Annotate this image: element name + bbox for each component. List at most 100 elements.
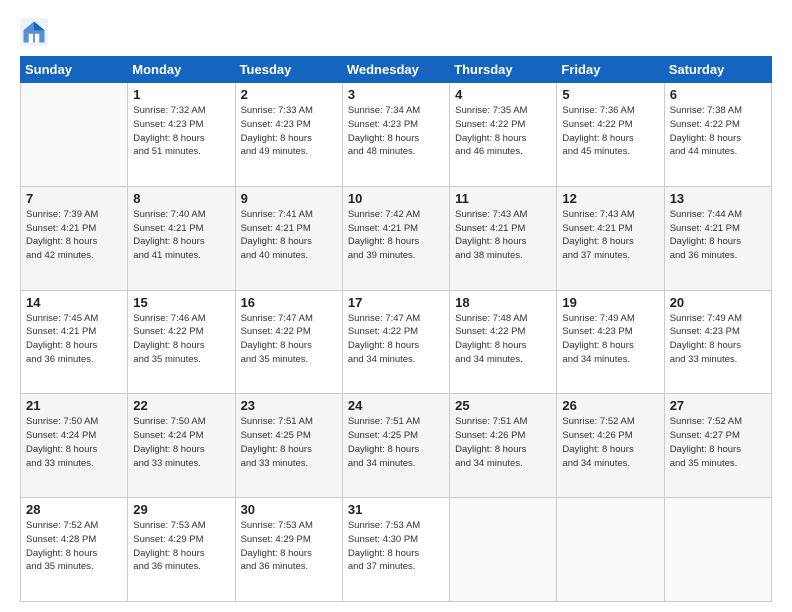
day-number: 27 [670,398,766,413]
day-number: 19 [562,295,658,310]
day-info: Sunrise: 7:35 AM Sunset: 4:22 PM Dayligh… [455,104,551,159]
calendar-cell: 22 Sunrise: 7:50 AM Sunset: 4:24 PM Dayli… [128,394,235,498]
calendar-cell [450,498,557,602]
day-number: 22 [133,398,229,413]
day-number: 15 [133,295,229,310]
calendar-cell: 4 Sunrise: 7:35 AM Sunset: 4:22 PM Daylig… [450,83,557,187]
day-info: Sunrise: 7:49 AM Sunset: 4:23 PM Dayligh… [562,312,658,367]
day-info: Sunrise: 7:47 AM Sunset: 4:22 PM Dayligh… [348,312,444,367]
day-number: 30 [241,502,337,517]
calendar-cell: 17 Sunrise: 7:47 AM Sunset: 4:22 PM Dayli… [342,290,449,394]
calendar-table: SundayMondayTuesdayWednesdayThursdayFrid… [20,56,772,602]
day-info: Sunrise: 7:52 AM Sunset: 4:28 PM Dayligh… [26,519,122,574]
week-row-1: 1 Sunrise: 7:32 AM Sunset: 4:23 PM Daylig… [21,83,772,187]
day-info: Sunrise: 7:51 AM Sunset: 4:26 PM Dayligh… [455,415,551,470]
logo-icon [20,18,48,46]
day-number: 1 [133,87,229,102]
calendar-cell: 5 Sunrise: 7:36 AM Sunset: 4:22 PM Daylig… [557,83,664,187]
calendar-cell: 7 Sunrise: 7:39 AM Sunset: 4:21 PM Daylig… [21,186,128,290]
day-number: 10 [348,191,444,206]
calendar-cell: 28Sunrise: 7:52 AM Sunset: 4:28 PM Dayli… [21,498,128,602]
day-info: Sunrise: 7:41 AM Sunset: 4:21 PM Dayligh… [241,208,337,263]
day-info: Sunrise: 7:50 AM Sunset: 4:24 PM Dayligh… [133,415,229,470]
day-number: 24 [348,398,444,413]
day-info: Sunrise: 7:43 AM Sunset: 4:21 PM Dayligh… [455,208,551,263]
day-info: Sunrise: 7:53 AM Sunset: 4:29 PM Dayligh… [133,519,229,574]
logo [20,18,54,46]
day-info: Sunrise: 7:33 AM Sunset: 4:23 PM Dayligh… [241,104,337,159]
day-number: 17 [348,295,444,310]
calendar-cell: 3 Sunrise: 7:34 AM Sunset: 4:23 PM Daylig… [342,83,449,187]
calendar-cell: 8Sunrise: 7:40 AM Sunset: 4:21 PM Daylig… [128,186,235,290]
day-info: Sunrise: 7:52 AM Sunset: 4:26 PM Dayligh… [562,415,658,470]
calendar-cell: 20Sunrise: 7:49 AM Sunset: 4:23 PM Dayli… [664,290,771,394]
day-info: Sunrise: 7:51 AM Sunset: 4:25 PM Dayligh… [241,415,337,470]
day-number: 13 [670,191,766,206]
day-info: Sunrise: 7:46 AM Sunset: 4:22 PM Dayligh… [133,312,229,367]
day-info: Sunrise: 7:44 AM Sunset: 4:21 PM Dayligh… [670,208,766,263]
calendar-cell: 15 Sunrise: 7:46 AM Sunset: 4:22 PM Dayli… [128,290,235,394]
day-number: 5 [562,87,658,102]
calendar-cell: 6 Sunrise: 7:38 AM Sunset: 4:22 PM Daylig… [664,83,771,187]
day-number: 25 [455,398,551,413]
day-info: Sunrise: 7:34 AM Sunset: 4:23 PM Dayligh… [348,104,444,159]
day-number: 18 [455,295,551,310]
day-number: 3 [348,87,444,102]
calendar-cell: 16 Sunrise: 7:47 AM Sunset: 4:22 PM Dayli… [235,290,342,394]
day-info: Sunrise: 7:40 AM Sunset: 4:21 PM Dayligh… [133,208,229,263]
day-number: 14 [26,295,122,310]
calendar-cell: 2 Sunrise: 7:33 AM Sunset: 4:23 PM Daylig… [235,83,342,187]
day-number: 9 [241,191,337,206]
calendar-cell: 29 Sunrise: 7:53 AM Sunset: 4:29 PM Dayli… [128,498,235,602]
calendar-cell: 13 Sunrise: 7:44 AM Sunset: 4:21 PM Dayli… [664,186,771,290]
calendar-cell: 30Sunrise: 7:53 AM Sunset: 4:29 PM Dayli… [235,498,342,602]
col-header-friday: Friday [557,57,664,83]
calendar-cell: 18 Sunrise: 7:48 AM Sunset: 4:22 PM Dayli… [450,290,557,394]
calendar-cell: 26Sunrise: 7:52 AM Sunset: 4:26 PM Dayli… [557,394,664,498]
day-number: 7 [26,191,122,206]
col-header-thursday: Thursday [450,57,557,83]
calendar-cell: 19 Sunrise: 7:49 AM Sunset: 4:23 PM Dayli… [557,290,664,394]
calendar-cell: 23 Sunrise: 7:51 AM Sunset: 4:25 PM Dayli… [235,394,342,498]
col-header-wednesday: Wednesday [342,57,449,83]
day-info: Sunrise: 7:51 AM Sunset: 4:25 PM Dayligh… [348,415,444,470]
calendar-cell: 21Sunrise: 7:50 AM Sunset: 4:24 PM Dayli… [21,394,128,498]
col-header-sunday: Sunday [21,57,128,83]
day-info: Sunrise: 7:38 AM Sunset: 4:22 PM Dayligh… [670,104,766,159]
week-row-4: 21 Sunrise: 7:50 AM Sunset: 4:24 PM Dayli… [21,394,772,498]
page: SundayMondayTuesdayWednesdayThursdayFrid… [0,0,792,612]
day-info: Sunrise: 7:36 AM Sunset: 4:22 PM Dayligh… [562,104,658,159]
day-number: 12 [562,191,658,206]
day-number: 21 [26,398,122,413]
calendar-cell: 11Sunrise: 7:43 AM Sunset: 4:21 PM Dayli… [450,186,557,290]
day-info: Sunrise: 7:53 AM Sunset: 4:30 PM Dayligh… [348,519,444,574]
calendar-cell: 12Sunrise: 7:43 AM Sunset: 4:21 PM Dayli… [557,186,664,290]
day-number: 4 [455,87,551,102]
calendar-cell: 31 Sunrise: 7:53 AM Sunset: 4:30 PM Dayli… [342,498,449,602]
day-number: 16 [241,295,337,310]
calendar-cell: 14 Sunrise: 7:45 AM Sunset: 4:21 PM Dayli… [21,290,128,394]
day-info: Sunrise: 7:52 AM Sunset: 4:27 PM Dayligh… [670,415,766,470]
calendar-cell [21,83,128,187]
day-number: 6 [670,87,766,102]
day-info: Sunrise: 7:48 AM Sunset: 4:22 PM Dayligh… [455,312,551,367]
day-info: Sunrise: 7:32 AM Sunset: 4:23 PM Dayligh… [133,104,229,159]
header [20,18,772,46]
day-number: 29 [133,502,229,517]
calendar-cell: 9 Sunrise: 7:41 AM Sunset: 4:21 PM Daylig… [235,186,342,290]
day-number: 23 [241,398,337,413]
day-info: Sunrise: 7:45 AM Sunset: 4:21 PM Dayligh… [26,312,122,367]
day-number: 2 [241,87,337,102]
calendar-cell [664,498,771,602]
day-info: Sunrise: 7:47 AM Sunset: 4:22 PM Dayligh… [241,312,337,367]
week-row-2: 7 Sunrise: 7:39 AM Sunset: 4:21 PM Daylig… [21,186,772,290]
day-number: 31 [348,502,444,517]
col-header-saturday: Saturday [664,57,771,83]
day-info: Sunrise: 7:42 AM Sunset: 4:21 PM Dayligh… [348,208,444,263]
calendar-header-row: SundayMondayTuesdayWednesdayThursdayFrid… [21,57,772,83]
calendar-cell [557,498,664,602]
week-row-5: 28Sunrise: 7:52 AM Sunset: 4:28 PM Dayli… [21,498,772,602]
day-info: Sunrise: 7:49 AM Sunset: 4:23 PM Dayligh… [670,312,766,367]
day-info: Sunrise: 7:39 AM Sunset: 4:21 PM Dayligh… [26,208,122,263]
calendar-cell: 27 Sunrise: 7:52 AM Sunset: 4:27 PM Dayli… [664,394,771,498]
